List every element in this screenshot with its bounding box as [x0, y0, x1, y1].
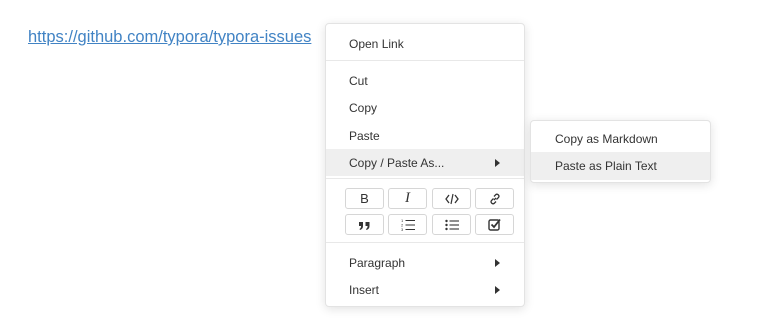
menu-item-label: Cut	[349, 73, 368, 88]
menu-item-cut[interactable]: Cut	[326, 67, 524, 94]
menu-item-copy[interactable]: Copy	[326, 94, 524, 121]
bullet-list-icon	[444, 219, 459, 230]
menu-item-label: Paste	[349, 128, 380, 143]
code-button[interactable]	[432, 188, 471, 209]
menu-separator	[326, 60, 524, 61]
bold-icon: B	[360, 191, 369, 206]
menu-item-label: Copy	[349, 100, 378, 115]
code-icon	[444, 193, 459, 204]
ordered-list-button[interactable]: 1 2 3	[388, 214, 427, 235]
checkbox-icon	[488, 218, 501, 231]
italic-button[interactable]: I	[388, 188, 427, 209]
submenu-item-copy-as-markdown[interactable]: Copy as Markdown	[531, 125, 710, 153]
menu-item-paste[interactable]: Paste	[326, 122, 524, 149]
menu-item-copy-paste-as[interactable]: Copy / Paste As...	[326, 149, 524, 176]
submenu-item-label: Paste as Plain Text	[555, 159, 657, 173]
ordered-list-icon: 1 2 3	[401, 218, 415, 231]
menu-item-insert[interactable]: Insert	[326, 276, 524, 303]
menu-item-label: Open Link	[349, 36, 404, 51]
bold-button[interactable]: B	[345, 188, 384, 209]
format-toolbar: B I 1 2 3	[326, 186, 524, 238]
quote-button[interactable]	[345, 214, 384, 235]
submenu-item-label: Copy as Markdown	[555, 132, 658, 146]
submenu-arrow-icon	[495, 259, 500, 267]
svg-text:3: 3	[401, 227, 404, 231]
link-button[interactable]	[475, 188, 514, 209]
task-list-button[interactable]	[475, 214, 514, 235]
link-icon	[489, 193, 500, 204]
submenu-arrow-icon	[495, 286, 500, 294]
submenu-item-paste-as-plain-text[interactable]: Paste as Plain Text	[531, 152, 710, 180]
submenu-arrow-icon	[495, 159, 500, 167]
menu-item-paragraph[interactable]: Paragraph	[326, 249, 524, 276]
italic-icon: I	[405, 190, 410, 206]
quote-icon	[359, 221, 370, 230]
document-link[interactable]: https://github.com/typora/typora-issues	[28, 26, 311, 48]
menu-item-open-link[interactable]: Open Link	[326, 30, 524, 57]
bullet-list-button[interactable]	[432, 214, 471, 235]
copy-paste-as-submenu: Copy as Markdown Paste as Plain Text	[530, 120, 711, 183]
context-menu: Open Link Cut Copy Paste Copy / Paste As…	[325, 23, 525, 307]
menu-separator	[326, 178, 524, 179]
menu-separator	[326, 242, 524, 243]
